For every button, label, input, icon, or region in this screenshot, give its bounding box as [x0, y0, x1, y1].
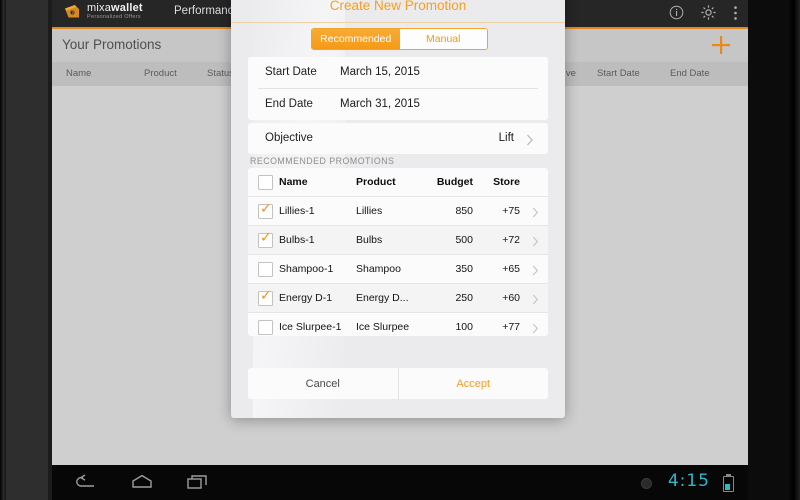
tab-manual[interactable]: Manual	[399, 29, 487, 49]
objective-card[interactable]: Objective Lift	[248, 123, 548, 154]
cell-budget: 350	[455, 263, 473, 275]
dialog-title-rule	[231, 22, 565, 23]
col-header-product: Product	[356, 176, 396, 188]
end-date-row[interactable]: End Date March 31, 2015	[248, 89, 548, 120]
cell-budget: 850	[455, 205, 473, 217]
check-mark-icon: ✓	[260, 201, 272, 217]
chevron-right-icon	[526, 133, 534, 151]
cell-store: +72	[502, 234, 520, 246]
check-mark-icon: ✓	[260, 288, 272, 304]
section-label-recommended-promotions: RECOMMENDED PROMOTIONS	[250, 156, 395, 166]
cell-product: Ice Slurpee	[356, 321, 410, 333]
cell-product: Bulbs	[356, 234, 383, 246]
chevron-right-icon[interactable]	[532, 263, 539, 281]
start-date-row[interactable]: Start Date March 15, 2015	[248, 57, 548, 88]
table-row[interactable]: ✓ Bulbs-1 Bulbs 500 +72	[248, 226, 548, 254]
cell-product: Shampoo	[356, 263, 401, 275]
table-row[interactable]: Ice Slurpee-1 Ice Slurpee 100 +77	[248, 313, 548, 341]
cell-name: Ice Slurpee-1	[279, 321, 342, 333]
check-mark-icon: ✓	[260, 230, 272, 246]
end-date-label: End Date	[265, 98, 313, 110]
end-date-value: March 31, 2015	[340, 98, 420, 110]
cell-name: Energy D-1	[279, 292, 333, 304]
cancel-button[interactable]: Cancel	[248, 368, 399, 399]
table-row[interactable]: ✓ Lillies-1 Lillies 850 +75	[248, 197, 548, 225]
accept-button[interactable]: Accept	[399, 368, 549, 399]
date-fields-card: Start Date March 15, 2015 End Date March…	[248, 57, 548, 120]
select-all-checkbox[interactable]	[258, 175, 273, 190]
col-header-name: Name	[279, 176, 308, 188]
objective-row[interactable]: Objective Lift	[248, 123, 548, 154]
col-header-store: Store	[493, 176, 520, 188]
cell-product: Lillies	[356, 205, 383, 217]
objective-value: Lift	[498, 132, 514, 144]
table-header-row: Name Product Budget Store	[248, 168, 548, 196]
chevron-right-icon[interactable]	[532, 205, 539, 223]
tab-recommended[interactable]: Recommended	[312, 29, 400, 49]
table-row[interactable]: ✓ Energy D-1 Energy D... 250 +60	[248, 284, 548, 312]
cell-name: Shampoo-1	[279, 263, 334, 275]
cell-store: +75	[502, 205, 520, 217]
cell-store: +77	[502, 321, 520, 333]
chevron-right-icon[interactable]	[532, 292, 539, 310]
cell-product: Energy D...	[356, 292, 409, 304]
row-checkbox[interactable]: ✓	[258, 288, 273, 306]
dialog-title: Create New Promotion	[329, 0, 467, 13]
create-promotion-dialog: Create New Promotion Recommended Manual …	[231, 0, 565, 418]
cell-name: Bulbs-1	[279, 234, 315, 246]
chevron-right-icon[interactable]	[532, 234, 539, 252]
recommended-promotions-table: Name Product Budget Store ✓ Lillies-1 Li…	[248, 168, 548, 336]
objective-label: Objective	[265, 132, 313, 144]
cell-name: Lillies-1	[279, 205, 315, 217]
row-checkbox[interactable]	[258, 262, 273, 277]
dialog-action-bar: Cancel Accept	[248, 368, 548, 399]
cell-budget: 500	[455, 234, 473, 246]
mode-segmented-control: Recommended Manual	[311, 28, 488, 50]
col-header-budget: Budget	[436, 176, 473, 188]
screenshot-root: mixawallet Personalized Offers Performan…	[0, 0, 800, 500]
chevron-right-icon[interactable]	[532, 321, 539, 339]
row-checkbox[interactable]: ✓	[258, 201, 273, 219]
row-checkbox[interactable]: ✓	[258, 230, 273, 248]
start-date-label: Start Date	[265, 66, 317, 78]
cell-budget: 250	[455, 292, 473, 304]
cell-store: +60	[502, 292, 520, 304]
cell-store: +65	[502, 263, 520, 275]
table-row[interactable]: Shampoo-1 Shampoo 350 +65	[248, 255, 548, 283]
cell-budget: 100	[455, 321, 473, 333]
row-checkbox[interactable]	[258, 320, 273, 335]
start-date-value: March 15, 2015	[340, 66, 420, 78]
